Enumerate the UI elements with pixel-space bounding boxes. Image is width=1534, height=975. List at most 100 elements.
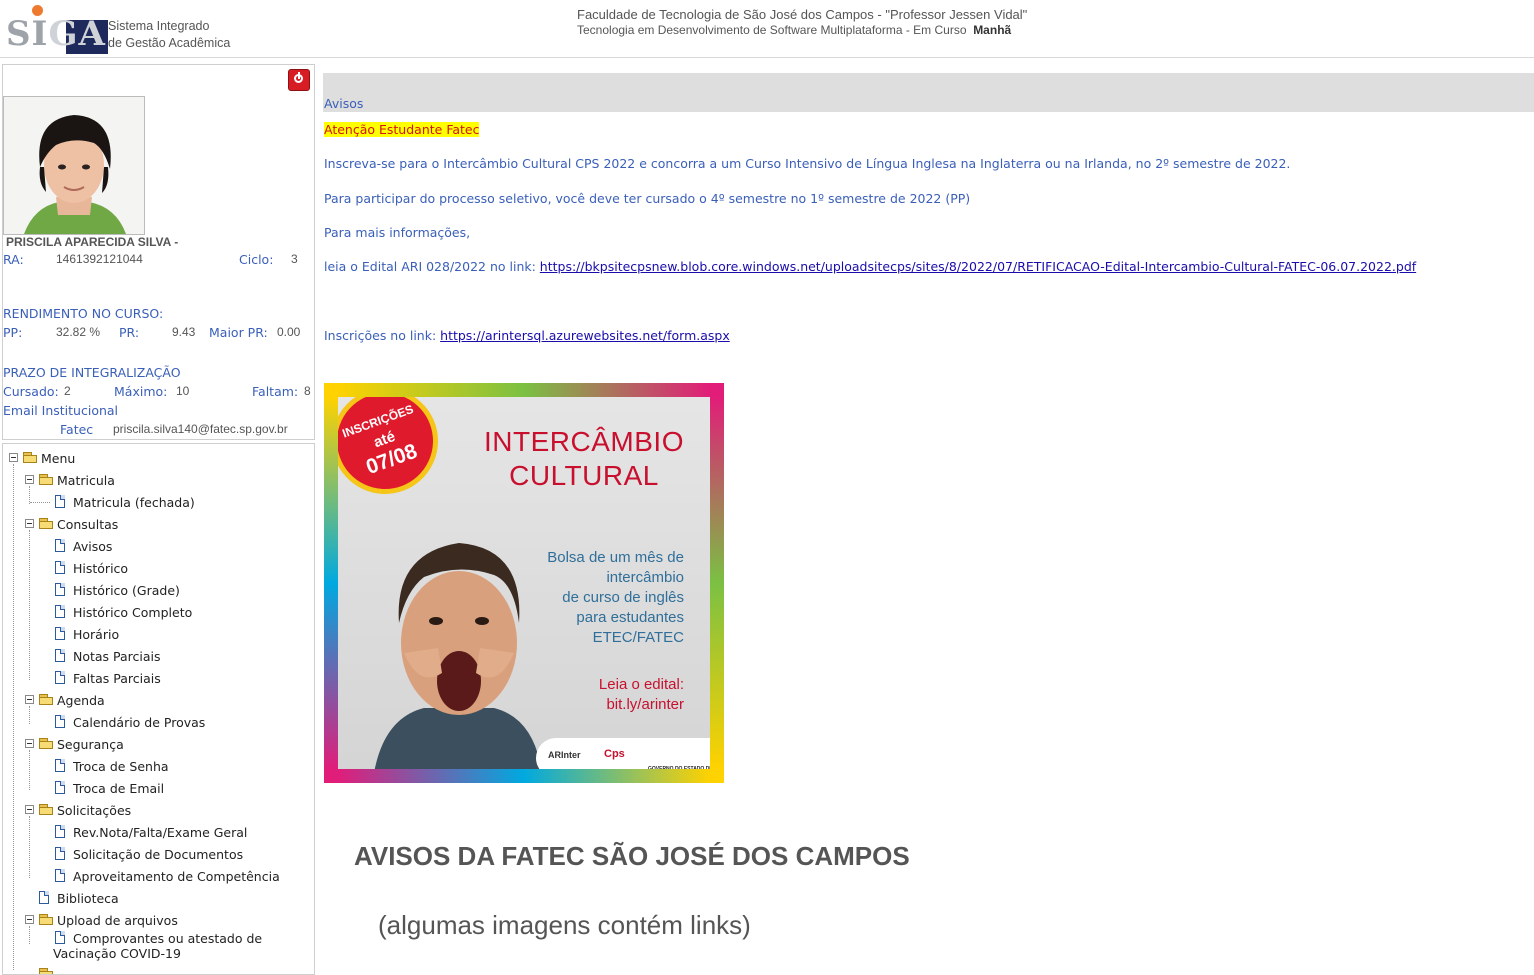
attention-highlight: Atenção Estudante Fatec <box>324 122 480 137</box>
folder-open-icon <box>39 914 54 925</box>
folder-open-icon <box>39 804 54 815</box>
poster-frame <box>324 383 724 783</box>
menu-historico[interactable]: Histórico <box>73 561 128 576</box>
fatec-notices-heading: AVISOS DA FATEC SÃO JOSÉ DOS CAMPOS <box>354 841 910 871</box>
ciclo-label: Ciclo: <box>239 252 274 267</box>
tree-line-seguranca <box>29 750 30 790</box>
menu-rev-nota[interactable]: Rev.Nota/Falta/Exame Geral <box>73 825 247 840</box>
menu-upload[interactable]: Upload de arquivos <box>57 913 178 928</box>
collapse-upload-icon[interactable] <box>25 915 34 924</box>
menu-historico-grade[interactable]: Histórico (Grade) <box>73 583 180 598</box>
menu-faltas-parciais[interactable]: Faltas Parciais <box>73 671 161 686</box>
folder-open-icon <box>39 518 54 529</box>
school-name: Faculdade de Tecnologia de São José dos … <box>577 7 1028 22</box>
pp-value: 32.82 % <box>56 325 101 339</box>
notice-paragraph-3: Para mais informações, <box>324 225 471 240</box>
collapse-matricula-icon[interactable] <box>25 475 34 484</box>
menu-avisos[interactable]: Avisos <box>73 539 112 554</box>
collapse-agenda-icon[interactable] <box>25 695 34 704</box>
ra-value: 1461392121044 <box>56 252 143 266</box>
system-name: Sistema Integrado de Gestão Acadêmica <box>108 18 248 52</box>
section-header-bar: Avisos <box>323 73 1534 112</box>
maior-pr-label: Maior PR: <box>209 325 268 340</box>
menu-solicitacoes[interactable]: Solicitações <box>57 803 131 818</box>
menu-aproveitamento[interactable]: Aproveitamento de Competência <box>73 869 280 884</box>
page-header: SIGA Sistema Integrado de Gestão Acadêmi… <box>0 0 1534 58</box>
menu-historico-completo[interactable]: Histórico Completo <box>73 605 192 620</box>
document-icon <box>55 605 65 618</box>
edital-prefix: leia o Edital ARI 028/2022 no link: <box>324 259 540 274</box>
rendimento-title: RENDIMENTO NO CURSO: <box>3 306 164 321</box>
tree-line-solicitacoes <box>29 816 30 878</box>
document-icon <box>55 561 65 574</box>
notice-paragraph-4: leia o Edital ARI 028/2022 no link: http… <box>324 259 1416 274</box>
menu-agenda[interactable]: Agenda <box>57 693 105 708</box>
tree-line-consultas <box>29 530 30 680</box>
collapse-menu-icon[interactable] <box>9 453 18 462</box>
tree-line-upload <box>29 926 30 944</box>
edital-link[interactable]: https://bkpsitecpsnew.blob.core.windows.… <box>540 259 1416 274</box>
document-icon <box>55 869 65 882</box>
navigation-menu-tree: Menu Matricula Matricula (fechada) Consu… <box>2 443 315 975</box>
menu-consultas[interactable]: Consultas <box>57 517 118 532</box>
menu-horario[interactable]: Horário <box>73 627 119 642</box>
menu-notas-parciais[interactable]: Notas Parciais <box>73 649 161 664</box>
menu-biblioteca[interactable]: Biblioteca <box>57 891 119 906</box>
pr-label: PR: <box>119 325 140 340</box>
maximo-value: 10 <box>176 384 190 398</box>
folder-open-icon <box>23 452 38 463</box>
document-icon <box>55 583 65 596</box>
folder-open-icon <box>39 474 54 485</box>
tree-line-root <box>13 464 14 970</box>
document-icon <box>55 847 65 860</box>
menu-root[interactable]: Menu <box>41 451 75 466</box>
notice-paragraph-1: Inscreva-se para o Intercâmbio Cultural … <box>324 156 1291 171</box>
pp-label: PP: <box>3 325 23 340</box>
pr-value: 9.43 <box>172 325 196 339</box>
notice-paragraph-5: Inscrições no link: https://arintersql.a… <box>324 328 730 343</box>
fatec-notices-subheading: (algumas imagens contém links) <box>378 910 751 940</box>
ra-label: RA: <box>3 252 24 267</box>
email-label: Fatec <box>60 422 94 437</box>
menu-solicitacao-documentos[interactable]: Solicitação de Documentos <box>73 847 243 862</box>
document-icon <box>55 627 65 640</box>
student-photo-image <box>4 97 144 234</box>
document-icon <box>55 759 65 772</box>
logo-dot <box>32 5 43 16</box>
menu-troca-senha[interactable]: Troca de Senha <box>73 759 169 774</box>
system-name-line1: Sistema Integrado <box>108 19 210 33</box>
ciclo-value: 3 <box>291 252 298 266</box>
intercambio-poster[interactable]: INSCRIÇÕES até 07/08 INTERCÂMBIO CULTURA… <box>324 383 724 783</box>
menu-seguranca[interactable]: Segurança <box>57 737 124 752</box>
course-info: Tecnologia em Desenvolvimento de Softwar… <box>577 23 1011 37</box>
student-name: PRISCILA APARECIDA SILVA - <box>6 235 179 249</box>
student-photo <box>3 96 145 235</box>
menu-troca-email[interactable]: Troca de Email <box>73 781 164 796</box>
collapse-consultas-icon[interactable] <box>25 519 34 528</box>
logo-text: SIGA <box>6 14 106 54</box>
collapse-seguranca-icon[interactable] <box>25 739 34 748</box>
attention-notice: Atenção Estudante Fatec <box>324 122 480 137</box>
logo-text-si: SI <box>6 14 49 54</box>
document-icon <box>55 539 65 552</box>
menu-calendario-provas[interactable]: Calendário de Provas <box>73 715 205 730</box>
maior-pr-value: 0.00 <box>277 325 301 339</box>
document-icon <box>55 825 65 838</box>
folder-open-icon <box>39 968 54 974</box>
maximo-label: Máximo: <box>114 384 168 399</box>
system-name-line2: de Gestão Acadêmica <box>108 36 231 50</box>
course-name: Tecnologia em Desenvolvimento de Softwar… <box>577 23 967 37</box>
menu-matricula[interactable]: Matricula <box>57 473 115 488</box>
collapse-solicitacoes-icon[interactable] <box>25 805 34 814</box>
student-profile-panel: PRISCILA APARECIDA SILVA - RA: 146139212… <box>2 64 315 440</box>
menu-comprovantes-line2[interactable]: Vacinação COVID-19 <box>53 946 181 961</box>
document-icon <box>55 495 65 508</box>
tree-branch <box>30 502 50 503</box>
menu-comprovantes-line1[interactable]: Comprovantes ou atestado de <box>73 931 262 946</box>
email-value: priscila.silva140@fatec.sp.gov.br <box>113 422 288 436</box>
inscricoes-link[interactable]: https://arintersql.azurewebsites.net/for… <box>440 328 730 343</box>
siga-logo[interactable]: SIGA <box>6 2 108 54</box>
menu-matricula-fechada[interactable]: Matricula (fechada) <box>73 495 195 510</box>
inscricoes-prefix: Inscrições no link: <box>324 328 441 343</box>
logout-power-icon[interactable] <box>288 69 310 91</box>
